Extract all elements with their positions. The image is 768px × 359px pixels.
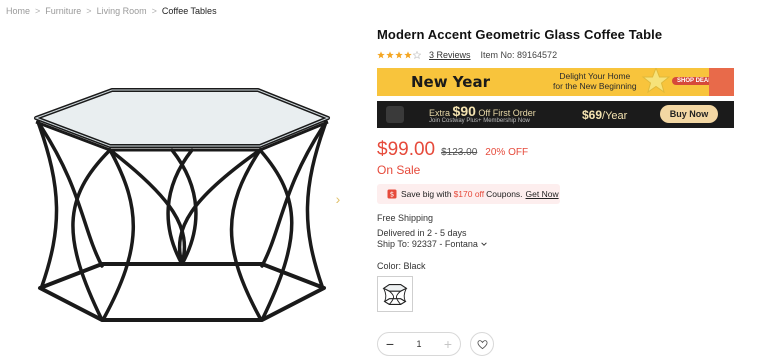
- quantity-decrease-button[interactable]: −: [378, 333, 402, 355]
- item-number: Item No: 89164572: [480, 50, 558, 60]
- breadcrumb-separator: >: [86, 5, 92, 16]
- current-price: $99.00: [377, 139, 436, 160]
- ship-to-label: Ship To: 92337 - Fontana: [377, 239, 478, 249]
- product-title: Modern Accent Geometric Glass Coffee Tab…: [377, 27, 663, 42]
- free-shipping-label: Free Shipping: [377, 213, 434, 223]
- discount-badge: 20% OFF: [485, 147, 529, 158]
- breadcrumb: Home > Furniture > Living Room > Coffee …: [6, 4, 217, 17]
- membership-price: $69/Year: [582, 108, 627, 122]
- coupon-tag-icon: $: [387, 189, 397, 199]
- wishlist-button[interactable]: [470, 332, 494, 356]
- sale-status: On Sale: [377, 163, 421, 177]
- gold-star-icon: [641, 68, 671, 94]
- reviews-link[interactable]: 3 Reviews: [429, 50, 471, 60]
- coupon-amount: $170 off: [453, 189, 485, 199]
- get-now-link[interactable]: Get Now: [526, 189, 559, 199]
- color-label: Color: Black: [377, 261, 426, 271]
- buy-now-button[interactable]: Buy Now: [660, 105, 718, 123]
- star-empty-icon: [413, 51, 421, 59]
- membership-card-icon: [386, 106, 404, 123]
- membership-banner[interactable]: Extra $90 Off First Order Join Costway P…: [377, 101, 734, 128]
- offer-suffix: Off First Order: [478, 108, 536, 118]
- heart-icon: [476, 339, 488, 349]
- offer-prefix: Extra: [429, 108, 451, 118]
- color-swatch-black[interactable]: [377, 276, 413, 312]
- membership-offer: Extra $90 Off First Order: [429, 103, 536, 119]
- promo-title: New Year: [411, 73, 490, 91]
- promo-subtitle-line1: Delight Your Home: [559, 71, 631, 81]
- breadcrumb-furniture[interactable]: Furniture: [45, 6, 81, 16]
- breadcrumb-separator: >: [151, 5, 157, 16]
- membership-join-text: Join Costway Plus+ Membership Now: [429, 118, 530, 124]
- star-filled-icon: [395, 51, 403, 59]
- membership-price-amount: $69: [582, 108, 603, 122]
- coupon-suffix: Coupons.: [486, 189, 523, 199]
- breadcrumb-living-room[interactable]: Living Room: [97, 6, 147, 16]
- promo-subtitle: Delight Your Home for the New Beginning: [553, 71, 637, 91]
- price-row: $99.00 $123.00 20% OFF: [377, 139, 528, 161]
- coupon-banner: $ Save big with $170 off Coupons. Get No…: [377, 184, 560, 204]
- chevron-down-icon: [481, 242, 487, 246]
- table-thumbnail-icon: [382, 283, 408, 305]
- offer-amount: $90: [452, 103, 476, 119]
- rating-row: 3 Reviews Item No: 89164572: [377, 49, 557, 61]
- promo-subtitle-line2: for the New Beginning: [553, 81, 637, 91]
- coupon-prefix: Save big with: [401, 189, 452, 199]
- image-next-arrow-icon[interactable]: ›: [332, 191, 344, 207]
- breadcrumb-current: Coffee Tables: [161, 5, 217, 16]
- promo-decoration: [709, 68, 734, 96]
- star-filled-icon: [404, 51, 412, 59]
- ship-to-selector[interactable]: Ship To: 92337 - Fontana: [377, 239, 488, 249]
- breadcrumb-home[interactable]: Home: [6, 6, 30, 16]
- coffee-table-illustration: [34, 88, 330, 322]
- new-year-promo-banner[interactable]: New Year Delight Your Home for the New B…: [377, 68, 734, 96]
- star-filled-icon: [386, 51, 394, 59]
- svg-text:$: $: [390, 191, 394, 199]
- product-image[interactable]: [22, 78, 340, 340]
- delivery-estimate: Delivered in 2 - 5 days: [377, 228, 467, 238]
- membership-price-unit: /Year: [602, 110, 628, 122]
- quantity-stepper: − +: [377, 332, 461, 356]
- quantity-increase-button[interactable]: +: [436, 333, 460, 355]
- breadcrumb-separator: >: [35, 5, 41, 16]
- quantity-input[interactable]: [402, 338, 436, 350]
- star-rating: [377, 51, 421, 59]
- star-filled-icon: [377, 51, 385, 59]
- original-price: $123.00: [441, 147, 478, 158]
